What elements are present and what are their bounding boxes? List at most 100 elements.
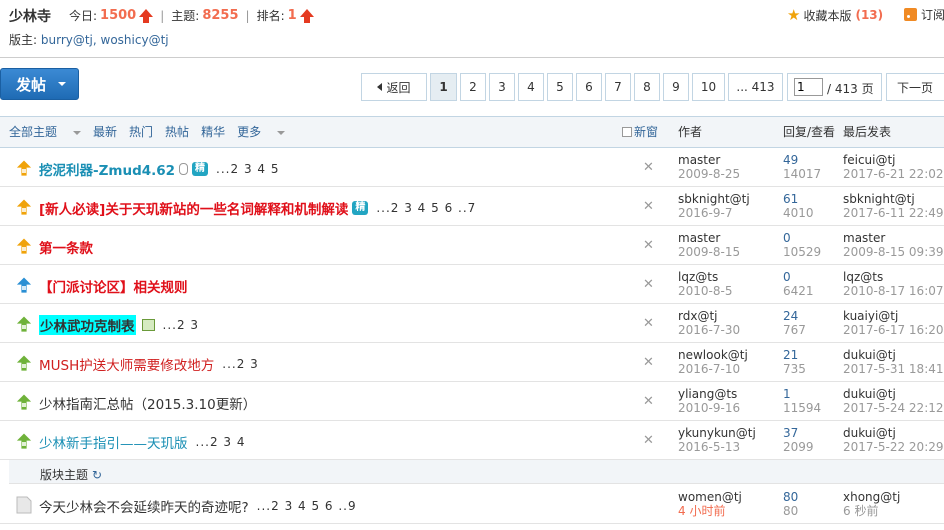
last-post-time[interactable]: 6 秒前	[843, 504, 900, 518]
thread-pages[interactable]: ...2 3 4 5 6 ..9	[257, 499, 357, 513]
filter-latest[interactable]: 最新	[93, 123, 117, 140]
thread-pages[interactable]: ...2 3 4 5 6 ..7	[376, 201, 476, 215]
page-jump-input[interactable]	[794, 78, 823, 96]
reply-count[interactable]: 37	[783, 426, 814, 440]
author-name[interactable]: master	[678, 153, 740, 167]
author-name[interactable]: lqz@ts	[678, 270, 732, 284]
page-link-3[interactable]: 3	[489, 73, 515, 101]
last-post-time[interactable]: 2017-5-22 20:29	[843, 440, 944, 454]
mods-label: 版主:	[9, 33, 38, 47]
page-link-9[interactable]: 9	[663, 73, 689, 101]
last-post-user[interactable]: dukui@tj	[843, 348, 944, 362]
filter-hot-posts[interactable]: 热帖	[165, 123, 189, 140]
last-post: lqz@ts 2010-8-17 16:07	[843, 270, 944, 298]
filter-hot[interactable]: 热门	[129, 123, 153, 140]
new-window-checkbox[interactable]	[622, 126, 632, 137]
last-post-time[interactable]: 2017-6-21 22:02	[843, 167, 944, 181]
thread-author: newlook@tj 2016-7-10	[678, 348, 748, 376]
author-name[interactable]: sbknight@tj	[678, 192, 750, 206]
close-icon[interactable]: ✕	[643, 394, 654, 409]
author-name[interactable]: yliang@ts	[678, 387, 740, 401]
thread-author: rdx@tj 2016-7-30	[678, 309, 740, 337]
author-name[interactable]: rdx@tj	[678, 309, 740, 323]
next-page-button[interactable]: 下一页	[886, 73, 944, 101]
page-link-8[interactable]: 8	[634, 73, 660, 101]
close-icon[interactable]: ✕	[643, 199, 654, 214]
close-icon[interactable]: ✕	[643, 238, 654, 253]
last-post-time[interactable]: 2017-6-11 22:49	[843, 206, 944, 220]
thread-title-link[interactable]: [新人必读]关于天玑新站的一些名词解释和机制解读	[39, 198, 348, 218]
thread-title-link[interactable]: 第一条款	[39, 237, 93, 257]
thread-pages[interactable]: ...2 3	[163, 318, 200, 332]
filter-digest[interactable]: 精华	[201, 123, 225, 140]
thread-title: 少林武功克制表 ...2 3	[39, 315, 199, 335]
rank-value: 1	[287, 8, 297, 23]
author-name[interactable]: master	[678, 231, 740, 245]
author-name[interactable]: women@tj	[678, 490, 742, 504]
thread-title-link[interactable]: 挖泥利器-Zmud4.62	[39, 159, 175, 179]
reply-count[interactable]: 24	[783, 309, 806, 323]
thread-title-link[interactable]: 少林新手指引——天玑版	[39, 432, 188, 452]
last-post-user[interactable]: dukui@tj	[843, 387, 944, 401]
reply-count[interactable]: 80	[783, 490, 798, 504]
filter-all[interactable]: 全部主题	[9, 123, 82, 140]
last-post-user[interactable]: sbknight@tj	[843, 192, 944, 206]
view-count: 735	[783, 362, 806, 376]
reply-count[interactable]: 21	[783, 348, 806, 362]
thread-title-link[interactable]: 今天少林会不会延续昨天的奇迹呢?	[39, 496, 249, 516]
table-row: 挖泥利器-Zmud4.62 精 ...2 3 4 5 ✕ master 2009…	[0, 148, 944, 187]
new-window-toggle[interactable]: 新窗	[622, 123, 658, 140]
back-button[interactable]: 返回	[361, 73, 427, 101]
filter-more[interactable]: 更多	[237, 123, 286, 140]
author-name[interactable]: ykunykun@tj	[678, 426, 756, 440]
last-post-user[interactable]: lqz@ts	[843, 270, 944, 284]
close-icon[interactable]: ✕	[643, 433, 654, 448]
page-link-4[interactable]: 4	[518, 73, 544, 101]
last-post-user[interactable]: xhong@tj	[843, 490, 900, 504]
last-post-user[interactable]: feicui@tj	[843, 153, 944, 167]
page-link-10[interactable]: 10	[692, 73, 725, 101]
thread-pages[interactable]: ...2 3	[222, 357, 259, 371]
thread-pages[interactable]: ...2 3 4	[196, 435, 246, 449]
last-post-user[interactable]: dukui@tj	[843, 426, 944, 440]
author-date: 2016-9-7	[678, 206, 733, 220]
close-icon[interactable]: ✕	[643, 277, 654, 292]
last-post-user[interactable]: kuaiyi@tj	[843, 309, 944, 323]
thread-title-link[interactable]: 少林指南汇总帖（2015.3.10更新）	[39, 393, 256, 413]
page-link-last[interactable]: ... 413	[728, 73, 783, 101]
close-icon[interactable]: ✕	[643, 355, 654, 370]
close-icon[interactable]: ✕	[643, 160, 654, 175]
thread-title-link[interactable]: 少林武功克制表	[39, 315, 136, 335]
reply-count[interactable]: 61	[783, 192, 814, 206]
last-post-time[interactable]: 2017-5-31 18:41	[843, 362, 944, 376]
close-icon[interactable]: ✕	[643, 316, 654, 331]
rss-subscribe-link[interactable]: 订阅	[904, 6, 944, 23]
refresh-icon[interactable]: ↻	[92, 468, 102, 482]
last-post-time[interactable]: 2009-8-15 09:39	[843, 245, 944, 259]
page-link-7[interactable]: 7	[605, 73, 631, 101]
author-name[interactable]: newlook@tj	[678, 348, 748, 362]
last-post-time[interactable]: 2010-8-17 16:07	[843, 284, 944, 298]
page-link-2[interactable]: 2	[460, 73, 486, 101]
image-icon	[141, 319, 155, 331]
mods-links[interactable]: burry@tj, woshicy@tj	[41, 33, 169, 47]
reply-count[interactable]: 0	[783, 231, 821, 245]
thread-title-link[interactable]: 【门派讨论区】相关规则	[39, 276, 188, 296]
page-link-5[interactable]: 5	[547, 73, 573, 101]
reply-count[interactable]: 49	[783, 153, 821, 167]
last-post-time[interactable]: 2017-5-24 22:12	[843, 401, 944, 415]
new-post-button[interactable]: 发帖	[0, 68, 79, 100]
thread-pages[interactable]: ...2 3 4 5	[216, 162, 279, 176]
last-post-user[interactable]: master	[843, 231, 944, 245]
thread-counts: 24 767	[783, 309, 806, 337]
page-link-6[interactable]: 6	[576, 73, 602, 101]
chevron-down-icon	[73, 130, 82, 135]
thread-title-link[interactable]: MUSH护送大师需要修改地方	[39, 354, 214, 374]
reply-count[interactable]: 0	[783, 270, 814, 284]
favorite-forum-link[interactable]: ★ 收藏本版 (13)	[787, 6, 883, 24]
thread-title: 第一条款	[39, 237, 101, 257]
page-link-1[interactable]: 1	[430, 73, 457, 101]
reply-count[interactable]: 1	[783, 387, 821, 401]
section-label-text: 版块主题	[40, 468, 89, 482]
last-post-time[interactable]: 2017-6-17 16:20	[843, 323, 944, 337]
